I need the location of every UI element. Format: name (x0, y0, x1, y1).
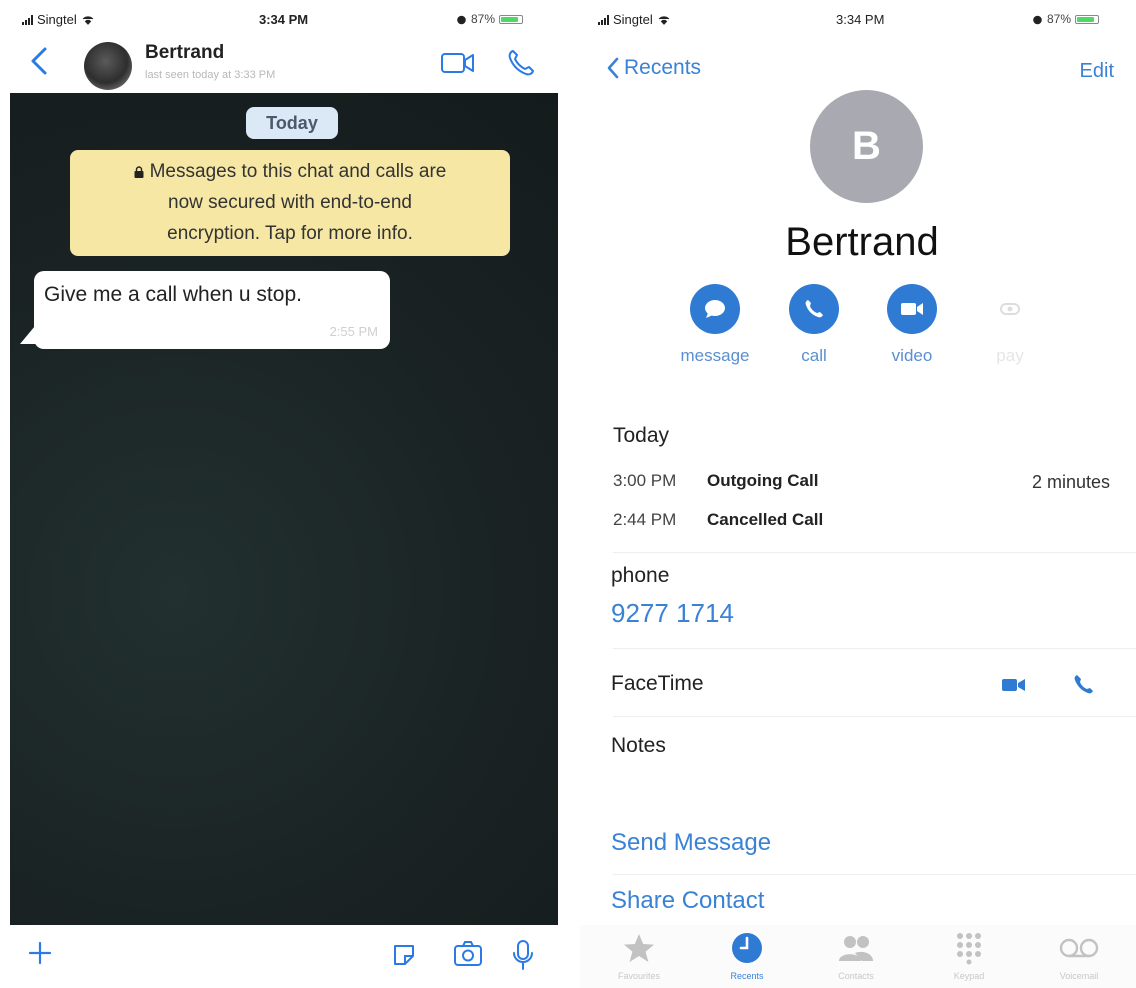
signal-icon (598, 14, 609, 25)
status-time: 3:34 PM (836, 12, 885, 27)
back-to-recents-button[interactable]: Recents (606, 56, 701, 80)
call-kind: Outgoing Call (707, 471, 819, 490)
call-time: 2:44 PM (613, 510, 677, 529)
alarm-icon (1033, 15, 1042, 24)
chat-screen: Singtel 3:34 PM 87% Bertrand last seen t… (0, 0, 570, 988)
clock-icon (732, 933, 762, 963)
date-pill: Today (246, 107, 338, 139)
divider (613, 648, 1136, 649)
battery-percent: 87% (1047, 12, 1072, 26)
tab-bar: Favourites Recents Contacts Keypad Voice… (580, 925, 1136, 988)
tab-voicemail[interactable]: Voicemail (1034, 929, 1124, 981)
status-bar: Singtel 3:34 PM 87% (0, 0, 570, 40)
camera-icon[interactable] (452, 939, 484, 969)
back-chevron-icon[interactable] (28, 46, 50, 76)
battery-percent: 87% (471, 12, 496, 26)
status-time: 3:34 PM (259, 12, 309, 27)
quick-actions: message call video pay (580, 284, 1136, 374)
call-kind: Cancelled Call (707, 510, 824, 529)
signal-icon (22, 14, 33, 25)
carrier-label: Singtel (613, 12, 653, 27)
message-icon (690, 284, 740, 334)
encryption-line-2: now secured with end-to-end (168, 192, 412, 213)
facetime-video-icon[interactable] (1000, 674, 1028, 696)
chat-header: Bertrand last seen today at 3:33 PM (0, 36, 570, 92)
divider (613, 552, 1136, 553)
notes-label[interactable]: Notes (611, 734, 666, 758)
edit-button[interactable]: Edit (1080, 60, 1114, 83)
facetime-audio-icon[interactable] (1072, 672, 1096, 696)
voice-call-icon[interactable] (506, 48, 536, 78)
phone-icon (789, 284, 839, 334)
contact-name: Bertrand (785, 220, 939, 264)
share-contact-button[interactable]: Share Contact (611, 887, 764, 915)
video-call-icon[interactable] (440, 50, 476, 76)
back-label: Recents (624, 56, 702, 79)
message-text: Give me a call when u stop. (44, 283, 302, 306)
video-action[interactable]: video (862, 284, 962, 366)
call-log-row: 2:44 PM Cancelled Call (613, 510, 823, 530)
tab-favourites[interactable]: Favourites (594, 929, 684, 981)
tab-label: Voicemail (1059, 971, 1099, 981)
call-action[interactable]: call (764, 284, 864, 366)
tab-label: Contacts (838, 971, 874, 981)
phone-label: phone (611, 564, 670, 587)
facetime-label: FaceTime (611, 672, 704, 695)
call-duration: 2 minutes (1031, 472, 1110, 492)
contact-name[interactable]: Bertrand (145, 42, 224, 64)
carrier-label: Singtel (37, 12, 77, 27)
carrier: Singtel (598, 12, 671, 27)
alarm-icon (457, 15, 466, 24)
encryption-line-3: encryption. Tap for more info. (167, 223, 413, 244)
encryption-line-1: Messages to this chat and calls are (70, 156, 510, 187)
tab-label: Recents (730, 971, 764, 981)
voicemail-icon (1059, 938, 1099, 958)
microphone-icon[interactable] (512, 939, 534, 971)
divider (613, 716, 1136, 717)
tab-contacts[interactable]: Contacts (811, 929, 901, 981)
battery-status: 87% (456, 12, 524, 26)
back-chevron-icon (607, 57, 619, 79)
pay-action: pay (960, 284, 1060, 366)
call-action-label: call (801, 346, 827, 365)
sticker-icon[interactable] (390, 941, 418, 969)
tab-keypad[interactable]: Keypad (924, 929, 1014, 981)
message-time: 2:55 PM (329, 324, 378, 339)
battery-status: 87% (1032, 12, 1100, 26)
tab-recents[interactable]: Recents (702, 929, 792, 981)
message-action[interactable]: message (665, 284, 765, 366)
battery-icon (499, 14, 524, 24)
contact-avatar: B (810, 90, 923, 203)
call-time: 3:00 PM (613, 471, 677, 490)
divider (613, 874, 1136, 875)
send-message-button[interactable]: Send Message (611, 829, 771, 857)
battery-icon (1075, 14, 1100, 24)
phone-number[interactable]: 9277 1714 (611, 598, 734, 629)
star-icon (624, 934, 654, 962)
incoming-message[interactable]: Give me a call when u stop. 2:55 PM (34, 271, 390, 349)
tab-label: Keypad (953, 971, 985, 981)
message-action-label: message (680, 346, 750, 365)
contact-info-screen: Singtel 3:34 PM 87% Recents Edit B Bertr… (580, 0, 1136, 988)
tab-label: Favourites (617, 971, 661, 981)
keypad-icon (957, 933, 981, 965)
contacts-icon (839, 936, 873, 961)
last-seen-status: last seen today at 3:33 PM (145, 69, 276, 81)
lock-icon (134, 166, 144, 178)
pay-action-label: pay (996, 346, 1024, 365)
wifi-icon (82, 16, 93, 25)
encryption-notice[interactable]: Messages to this chat and calls are now … (70, 150, 510, 256)
pay-icon (985, 284, 1035, 334)
video-action-label: video (891, 346, 933, 365)
video-icon (887, 284, 937, 334)
plus-icon[interactable] (26, 939, 54, 967)
wifi-icon (658, 16, 669, 25)
carrier: Singtel (22, 12, 95, 27)
contact-avatar[interactable] (84, 42, 132, 90)
status-bar: Singtel 3:34 PM 87% (580, 0, 1136, 40)
recents-header: Today (613, 424, 670, 447)
chat-input-toolbar (0, 925, 570, 988)
call-log-row: 3:00 PM Outgoing Call (613, 471, 818, 491)
